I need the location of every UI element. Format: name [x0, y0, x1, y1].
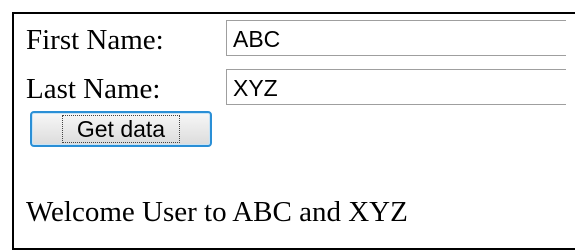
get-data-button[interactable]: Get data [30, 111, 212, 147]
get-data-button-label: Get data [61, 115, 181, 143]
form-panel: First Name: Last Name: Get data Welcome … [12, 12, 575, 250]
last-name-row: Last Name: [26, 69, 160, 109]
first-name-input[interactable] [226, 20, 566, 56]
last-name-label: Last Name: [26, 73, 161, 105]
first-name-row: First Name: [26, 20, 164, 60]
welcome-message: Welcome User to ABC and XYZ [26, 196, 408, 228]
first-name-label: First Name: [26, 24, 164, 56]
last-name-input[interactable] [226, 69, 566, 105]
